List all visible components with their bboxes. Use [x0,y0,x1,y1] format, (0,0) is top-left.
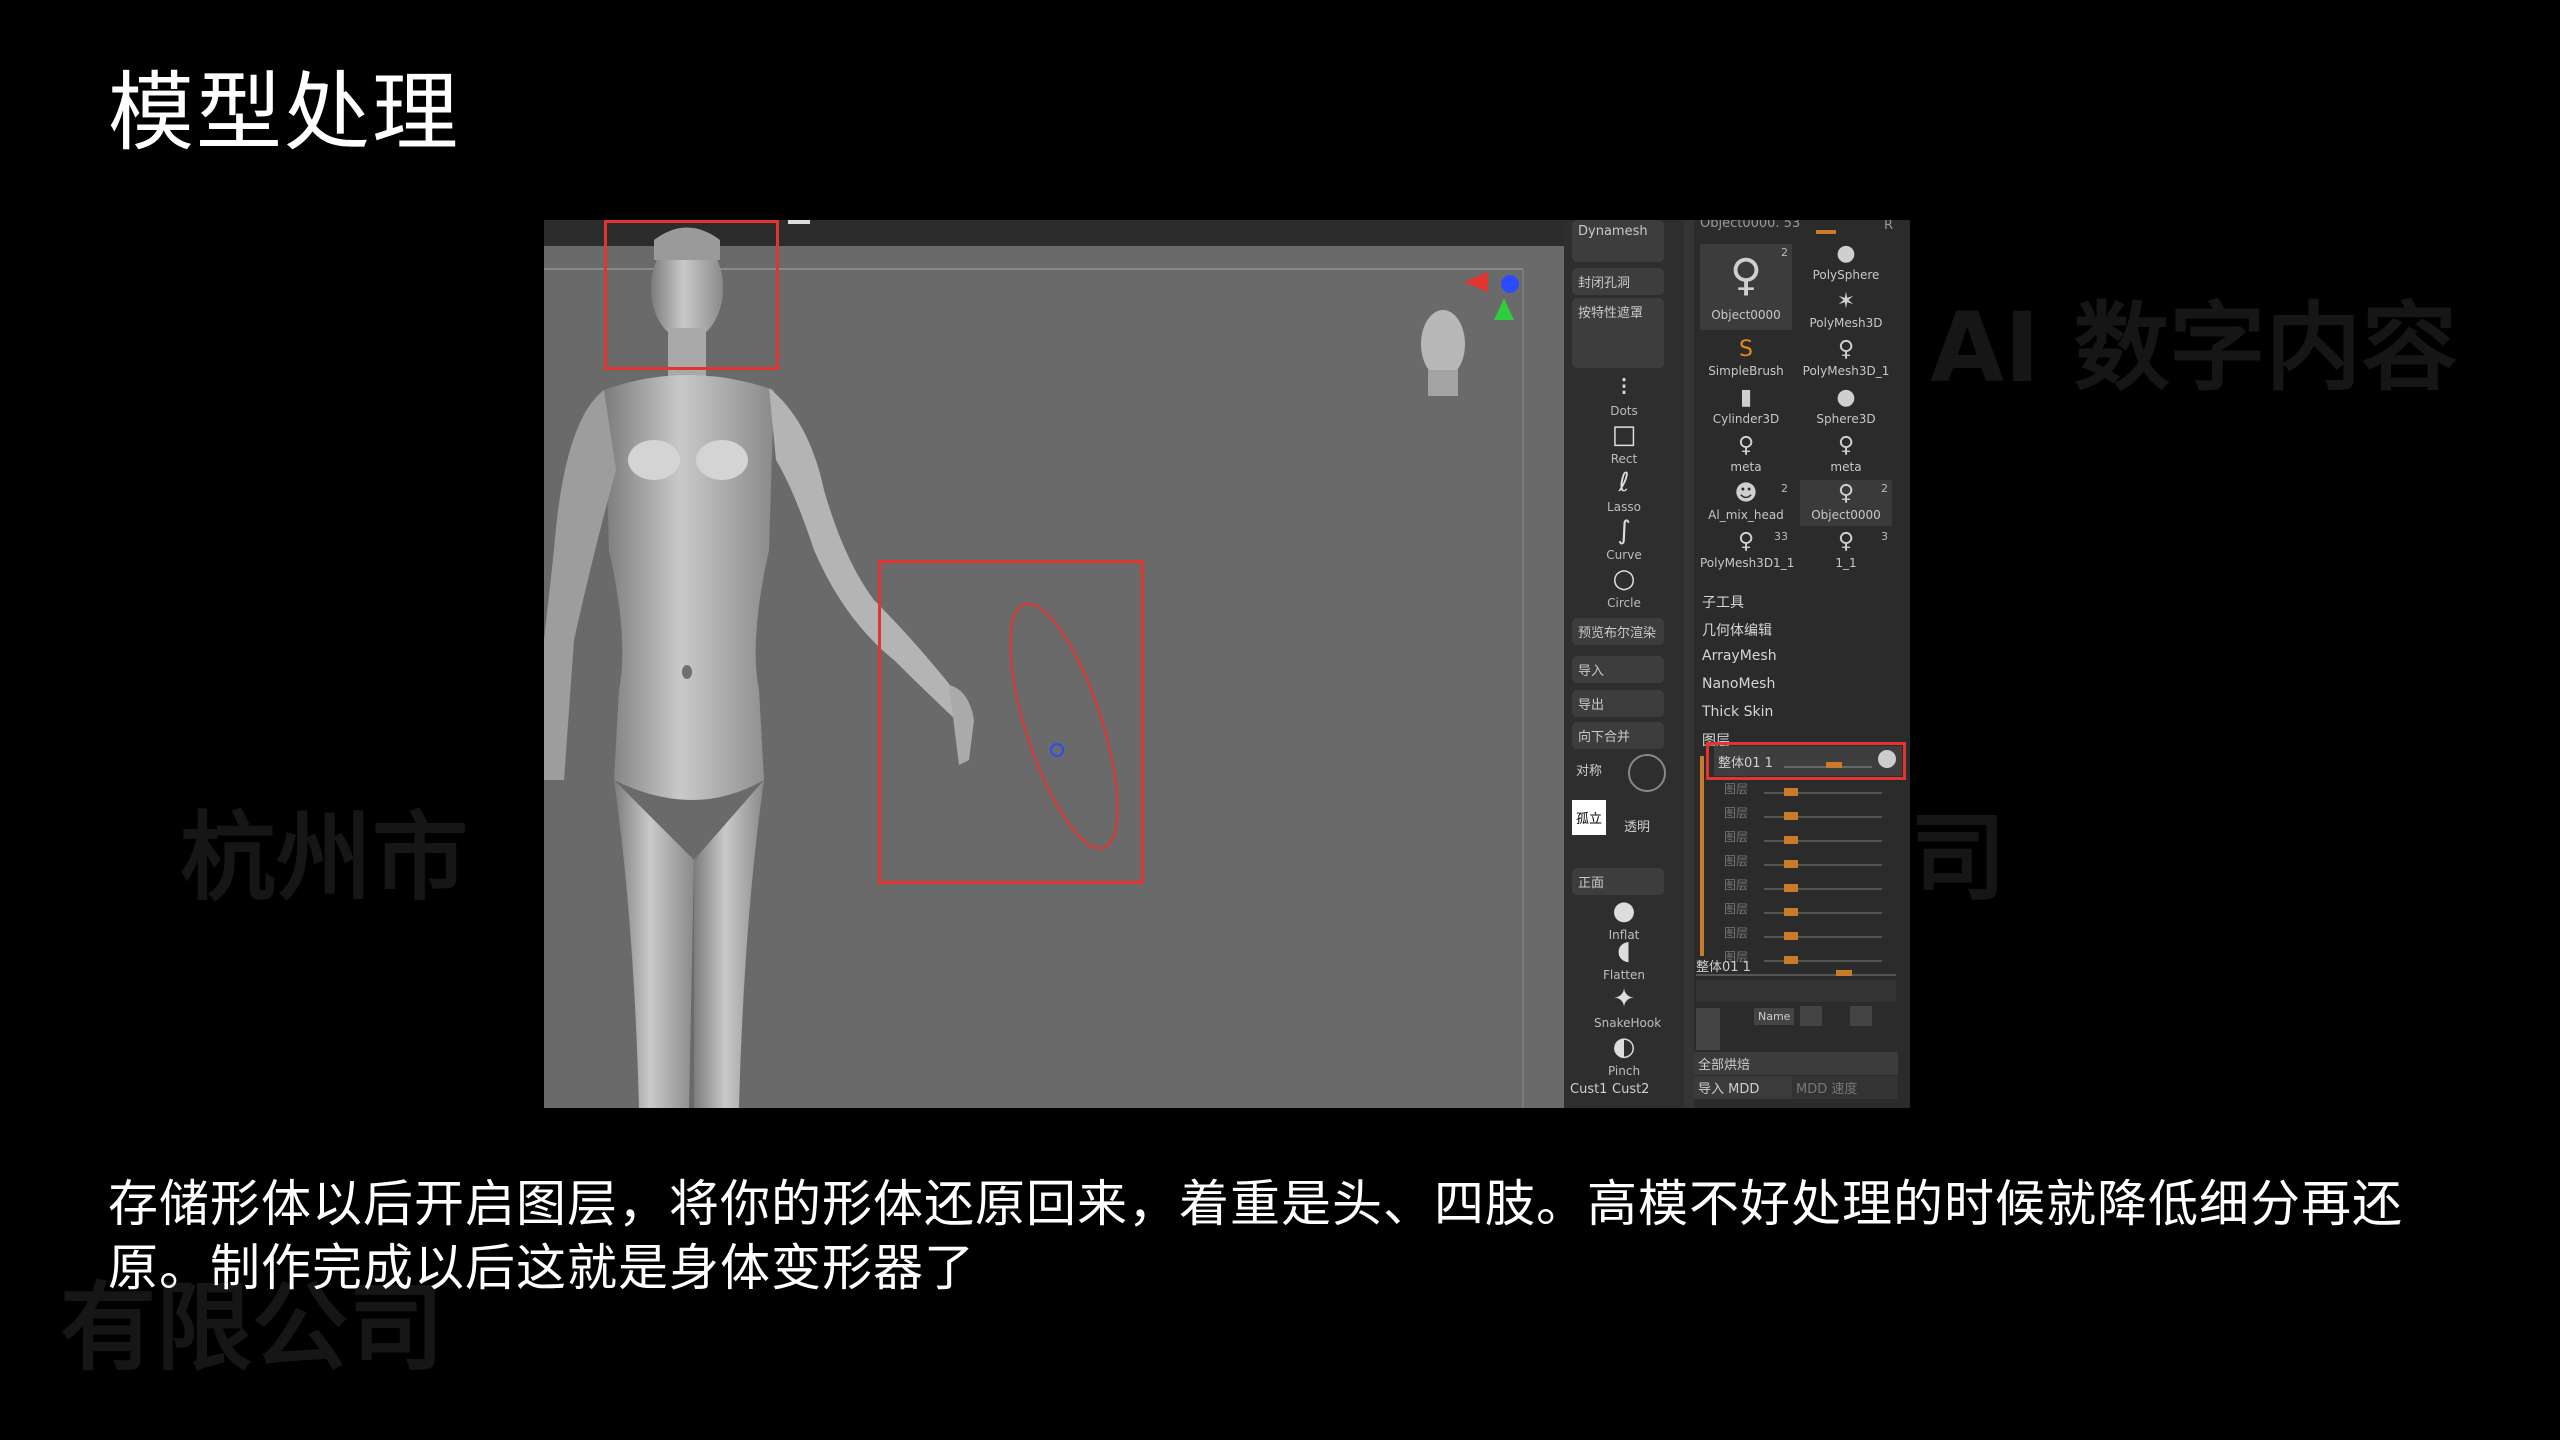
bake-all-button[interactable]: 全部烘焙 [1694,1052,1898,1075]
select-dots-tool[interactable]: ⁝ Dots [1594,372,1654,418]
layer-row[interactable]: 图层 [1724,804,1894,828]
tool-thumb[interactable]: ● PolySphere [1800,240,1892,284]
figure-icon: ♀ [1837,337,1855,362]
tool-thumb[interactable]: ♀ 2 Object0000 [1800,480,1892,526]
mask-by-feature-button[interactable]: 按特性遮罩 [1572,298,1664,368]
layer-arrows-bar[interactable] [1696,980,1896,1002]
select-curve-tool[interactable]: ∫ Curve [1594,516,1654,562]
tool-header: Object0000. 53 [1700,220,1801,231]
curve-icon: ∫ [1617,516,1631,546]
head-icon: ☻ [1734,481,1758,506]
snakehook-brush[interactable]: ✦ SnakeHook [1594,984,1661,1030]
dynamesh-button[interactable]: Dynamesh [1572,220,1664,262]
circle-brush-icon[interactable] [1628,754,1666,792]
mdd-speed-slider[interactable]: MDD 速度 [1792,1076,1898,1099]
layer-delete-icon[interactable] [1850,1006,1872,1026]
menu-nanomesh[interactable]: NanoMesh [1702,676,1775,692]
head-highlight-box [604,220,779,370]
dots-icon: ⁝ [1619,372,1629,402]
import-button[interactable]: 导入 [1572,656,1664,683]
watermark: 司 [1910,802,2006,914]
tool-thumb[interactable]: ♀ 3 1_1 [1800,528,1892,574]
tool-thumb[interactable]: ♀ meta [1800,432,1892,478]
tool-header-r[interactable]: R [1884,220,1893,233]
custom-1-button[interactable]: Cust1 [1570,1082,1607,1097]
sphere-icon: ● [1836,241,1856,266]
tool-thumb[interactable]: ♀ PolyMesh3D_1 [1800,336,1892,382]
layer-footer-name: 整体01 1 [1696,960,1751,975]
watermark: AI 数字内容 [1930,292,2458,404]
name-button[interactable]: Name [1754,1008,1795,1025]
lasso-icon: ℓ [1618,468,1630,498]
figure-icon: ♀ [1837,529,1855,554]
export-button[interactable]: 导出 [1572,690,1664,717]
layer-row[interactable]: 图层 [1724,828,1894,852]
figure-icon: ♀ [1837,433,1855,458]
tool-thumb[interactable]: ♀ 2 Object0000 [1700,244,1792,330]
menu-geometry[interactable]: 几何体编辑 [1702,620,1772,640]
flatten-brush[interactable]: ◖ Flatten [1594,936,1654,982]
menu-subtool[interactable]: 子工具 [1702,592,1744,612]
tool-thumb[interactable]: ✶ PolyMesh3D [1800,288,1892,332]
front-view-button[interactable]: 正面 [1572,868,1664,895]
tool-thumb[interactable]: ● Sphere3D [1800,384,1892,430]
rect-icon: □ [1611,420,1637,450]
cylinder-icon: ▮ [1739,385,1753,410]
tool-thumb[interactable]: ♀ 33 PolyMesh3D1_1 [1700,528,1794,574]
menu-arraymesh[interactable]: ArrayMesh [1702,648,1777,664]
layer-dup-icon[interactable] [1800,1006,1822,1026]
tool-thumb[interactable]: ☻ 2 Al_mix_head [1700,480,1792,526]
select-rect-tool[interactable]: □ Rect [1594,420,1654,466]
layer-row[interactable]: 图层 [1724,924,1894,948]
slide-title: 模型处理 [108,63,460,163]
figure-icon: ♀ [1837,481,1855,506]
active-layer-highlight-box [1706,742,1906,780]
zbrush-screenshot: Dynamesh 封闭孔洞 按特性遮罩 ⁝ Dots □ Rect ℓ Lasso ∫… [544,220,1910,1108]
figure-icon: ♀ [1729,250,1763,301]
layer-row[interactable]: 图层 [1724,900,1894,924]
pinch-brush[interactable]: ◐ Pinch [1594,1032,1654,1078]
solo-toggle[interactable]: 孤立 [1572,800,1607,835]
select-circle-tool[interactable]: ○ Circle [1594,564,1654,610]
custom-2-button[interactable]: Cust2 [1612,1082,1649,1097]
figure-icon: ♀ [1737,433,1755,458]
snakehook-icon: ✦ [1613,984,1635,1014]
tool-thumb[interactable]: S SimpleBrush [1700,336,1792,382]
slide-caption: 存储形体以后开启图层，将你的形体还原回来，着重是头、四肢。高模不好处理的时候就降… [108,1175,2403,1297]
viewport[interactable] [544,220,1564,1108]
layer-row[interactable]: 图层 [1724,852,1894,876]
symmetry-toggle[interactable]: 对称 [1576,760,1602,779]
new-layer-button[interactable] [1696,1008,1720,1050]
preview-boolean-button[interactable]: 预览布尔渲染 [1572,618,1664,645]
tool-slider-knob[interactable] [1816,230,1836,234]
tool-palette: Object0000. 53 R ♀ 2 Object0000 ● PolySphe… [1684,220,1910,1108]
inflate-icon: ● [1612,896,1636,926]
simplebrush-icon: S [1739,337,1753,362]
star-icon: ✶ [1836,289,1856,314]
watermark: 杭州市 [180,802,468,914]
tool-thumb[interactable]: ♀ meta [1700,432,1792,478]
circle-icon: ○ [1612,564,1636,594]
menu-thickskin[interactable]: Thick Skin [1702,704,1773,720]
middle-tool-column: Dynamesh 封闭孔洞 按特性遮罩 ⁝ Dots □ Rect ℓ Lasso ∫… [1564,220,1684,1108]
import-mdd-button[interactable]: 导入 MDD [1694,1076,1792,1099]
layer-row[interactable]: 图层 [1724,780,1894,804]
tool-thumb[interactable]: ▮ Cylinder3D [1700,384,1792,430]
hand-highlight-box [878,560,1144,884]
layer-row[interactable]: 图层 [1724,876,1894,900]
transparency-toggle[interactable]: 透明 [1624,816,1650,835]
pinch-icon: ◐ [1612,1032,1636,1062]
palette-scrollbar[interactable] [1684,220,1694,1108]
sphere-icon: ● [1836,385,1856,410]
layer-footer-slider[interactable] [1836,970,1852,976]
layer-scrollbar[interactable] [1700,756,1704,956]
close-holes-button[interactable]: 封闭孔洞 [1572,268,1664,295]
select-lasso-tool[interactable]: ℓ Lasso [1594,468,1654,514]
flatten-icon: ◖ [1617,936,1631,966]
merge-down-button[interactable]: 向下合并 [1572,722,1664,749]
